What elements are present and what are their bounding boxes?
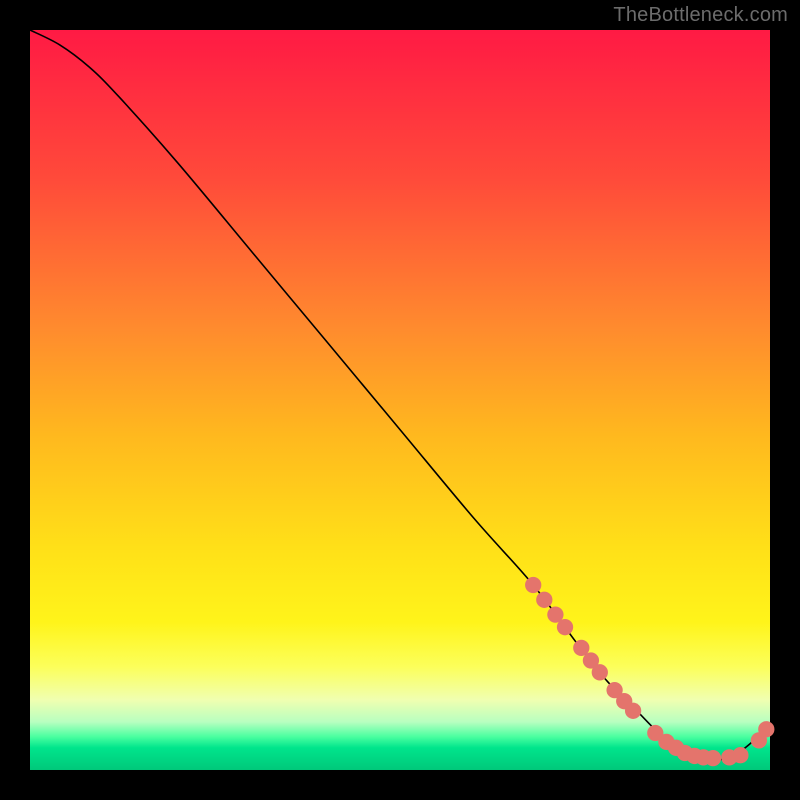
marker-point bbox=[592, 664, 608, 680]
marker-point bbox=[525, 577, 541, 593]
chart-svg bbox=[0, 0, 800, 800]
marker-point bbox=[625, 703, 641, 719]
chart-stage: TheBottleneck.com bbox=[0, 0, 800, 800]
marker-point bbox=[557, 619, 573, 635]
marker-point bbox=[758, 721, 774, 737]
marker-point bbox=[732, 747, 748, 763]
marker-point bbox=[536, 592, 552, 608]
plot-background bbox=[30, 30, 770, 770]
marker-point bbox=[705, 750, 721, 766]
